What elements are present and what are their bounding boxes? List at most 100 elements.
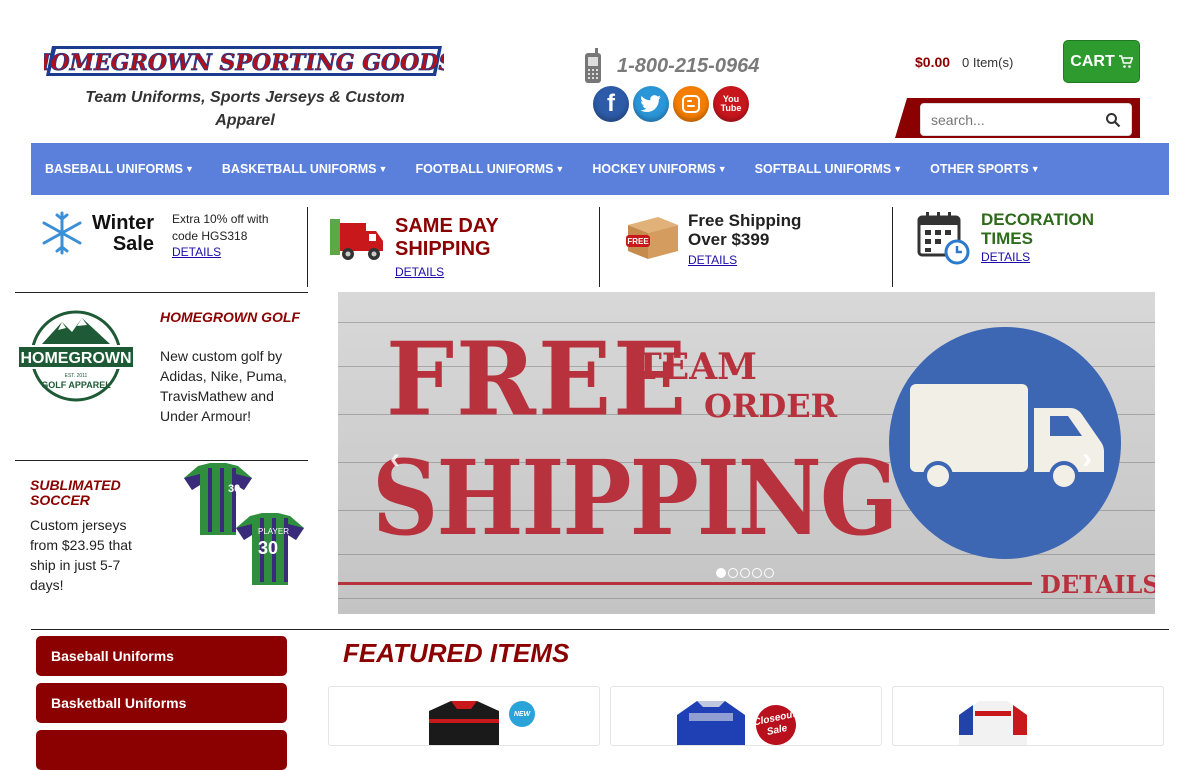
nav-item-label: BASEBALL UNIFORMS <box>45 162 183 176</box>
nav-item-football[interactable]: FOOTBALL UNIFORMS ▼ <box>415 162 564 176</box>
nav-item-baseball[interactable]: BASEBALL UNIFORMS ▼ <box>45 162 194 176</box>
snowflake-icon <box>42 211 82 255</box>
search-input[interactable] <box>931 111 1091 128</box>
caret-down-icon: ▼ <box>717 164 727 174</box>
carousel-next-icon[interactable]: › <box>1082 442 1092 476</box>
jersey-name: PLAYER <box>258 527 289 536</box>
homegrown-golf-logo[interactable]: HOMEGROWN EST. 2011 GOLF APPAREL <box>18 308 134 404</box>
wood-plank-line <box>338 598 1155 599</box>
sidebar-item-baseball[interactable]: Baseball Uniforms <box>36 636 287 676</box>
soccer-promo-text: Custom jerseys from $23.95 that ship in … <box>30 517 132 593</box>
cart-button[interactable]: CART <box>1063 40 1140 83</box>
hero-text-order: ORDER <box>704 387 838 425</box>
winter-sale-details-link[interactable]: DETAILS <box>172 245 221 259</box>
free-shipping-details-link[interactable]: DETAILS <box>688 253 737 267</box>
free-box-label: FREE <box>627 237 649 246</box>
nav-item-label: FOOTBALL UNIFORMS <box>415 162 554 176</box>
nav-item-label: SOFTBALL UNIFORMS <box>754 162 892 176</box>
hero-details-link[interactable]: DETAILS <box>1040 570 1155 599</box>
product-image-jacket <box>429 701 499 745</box>
decoration-times-details-link[interactable]: DETAILS <box>981 250 1030 264</box>
promo-decoration-times: DECORATION TIMES DETAILS <box>917 205 1177 290</box>
hero-text-team: TEAM <box>635 346 758 388</box>
promo-free-shipping: FREE Free Shipping Over $399 DETAILS <box>624 205 884 290</box>
caret-down-icon: ▼ <box>1030 164 1040 174</box>
nav-item-softball[interactable]: SOFTBALL UNIFORMS ▼ <box>755 162 903 176</box>
caret-down-icon: ▼ <box>893 164 903 174</box>
product-card[interactable] <box>892 686 1164 746</box>
golf-promo-text: New custom golf by Adidas, Nike, Puma, T… <box>160 348 287 424</box>
carousel-dot[interactable] <box>728 568 738 578</box>
cart-icon <box>1118 54 1133 68</box>
promo-divider <box>599 207 600 287</box>
search-box <box>920 103 1132 136</box>
nav-item-hockey[interactable]: HOCKEY UNIFORMS ▼ <box>592 162 726 176</box>
phone-number[interactable]: 1-800-215-0964 <box>617 55 759 78</box>
divider <box>15 292 308 293</box>
same-day-details-link[interactable]: DETAILS <box>395 265 444 279</box>
hero-rule <box>338 582 1032 585</box>
delivery-truck-icon <box>330 219 383 260</box>
promo-divider <box>892 207 893 287</box>
nav-item-label: BASKETBALL UNIFORMS <box>221 162 377 176</box>
caret-down-icon: ▼ <box>184 164 194 174</box>
soccer-promo-title[interactable]: SUBLIMATED SOCCER <box>30 478 170 508</box>
product-card[interactable]: NEW <box>328 686 600 746</box>
carousel-dot[interactable] <box>764 568 774 578</box>
nav-item-label: OTHER SPORTS <box>930 162 1029 176</box>
carousel-prev-icon[interactable]: ‹ <box>390 442 400 476</box>
caret-down-icon: ▼ <box>555 164 565 174</box>
site-logo[interactable]: HOMEGROWN SPORTING GOODS <box>44 44 444 78</box>
search-icon[interactable] <box>1105 112 1121 128</box>
soccer-jerseys-image[interactable]: 30 PLAYER 30 <box>180 462 305 597</box>
product-image-hockey-jersey <box>677 701 745 745</box>
nav-item-other-sports[interactable]: OTHER SPORTS ▼ <box>930 162 1040 176</box>
youtube-icon[interactable]: You Tube <box>713 86 749 122</box>
winter-sale-title: Winter Sale <box>91 212 154 255</box>
nav-item-label: HOCKEY UNIFORMS <box>592 162 716 176</box>
sidebar-item-next[interactable] <box>36 730 287 770</box>
carousel-indicators <box>716 568 774 578</box>
jersey-number-back: 30 <box>228 483 240 495</box>
new-badge: NEW <box>509 701 535 727</box>
product-image-patriotic-jersey <box>959 701 1027 745</box>
blogger-icon[interactable] <box>673 86 709 122</box>
promo-divider <box>307 207 308 287</box>
sidebar-item-basketball[interactable]: Basketball Uniforms <box>36 683 287 723</box>
cart-label: CART <box>1070 52 1115 70</box>
caret-down-icon: ▼ <box>378 164 388 174</box>
social-links: f You Tube <box>593 86 749 122</box>
carousel-dot[interactable] <box>740 568 750 578</box>
carousel-dot[interactable] <box>752 568 762 578</box>
winter-sale-text: Extra 10% off with code HGS318 <box>172 212 269 243</box>
phone-contact[interactable]: 1-800-215-0964 <box>583 48 759 84</box>
same-day-shipping-title: SAME DAY SHIPPING <box>395 215 499 260</box>
golf-logo-sub: GOLF APPAREL <box>41 380 111 390</box>
calendar-clock-icon <box>917 212 970 265</box>
featured-items-title: FEATURED ITEMS <box>343 638 570 668</box>
jersey-number-front: 30 <box>258 538 278 558</box>
main-nav: BASEBALL UNIFORMS ▼ BASKETBALL UNIFORMS ▼ … <box>31 143 1169 195</box>
twitter-icon[interactable] <box>633 86 669 122</box>
decoration-times-title: DECORATION TIMES <box>981 210 1095 248</box>
hero-text-shipping: SHIPPING <box>372 437 898 559</box>
cart-total: $0.00 <box>915 54 951 70</box>
product-card[interactable]: Closeout Sale <box>610 686 882 746</box>
closeout-sale-badge: Closeout Sale <box>752 701 800 745</box>
promo-same-day-shipping: SAME DAY SHIPPING DETAILS <box>330 205 590 290</box>
carousel-dot[interactable] <box>716 568 726 578</box>
golf-logo-est: EST. 2011 <box>65 373 88 379</box>
truck-icon <box>910 384 1104 491</box>
site-tagline: Team Uniforms, Sports Jerseys & Custom A… <box>85 89 405 129</box>
facebook-icon[interactable]: f <box>593 86 629 122</box>
shipping-box-icon: FREE <box>626 217 678 259</box>
nav-item-basketball[interactable]: BASKETBALL UNIFORMS ▼ <box>222 162 388 176</box>
promo-winter-sale: Winter Sale Extra 10% off with code HGS3… <box>40 205 300 290</box>
phone-icon <box>585 48 601 83</box>
divider <box>15 460 308 461</box>
logo-text: HOMEGROWN SPORTING GOODS <box>44 50 444 76</box>
divider <box>31 629 1169 630</box>
golf-promo-title[interactable]: HOMEGROWN GOLF <box>160 310 300 325</box>
free-shipping-title: Free Shipping Over $399 <box>688 211 802 249</box>
hero-carousel[interactable]: FREE TEAM ORDER SHIPPING DETAILS ‹ › <box>338 292 1155 614</box>
